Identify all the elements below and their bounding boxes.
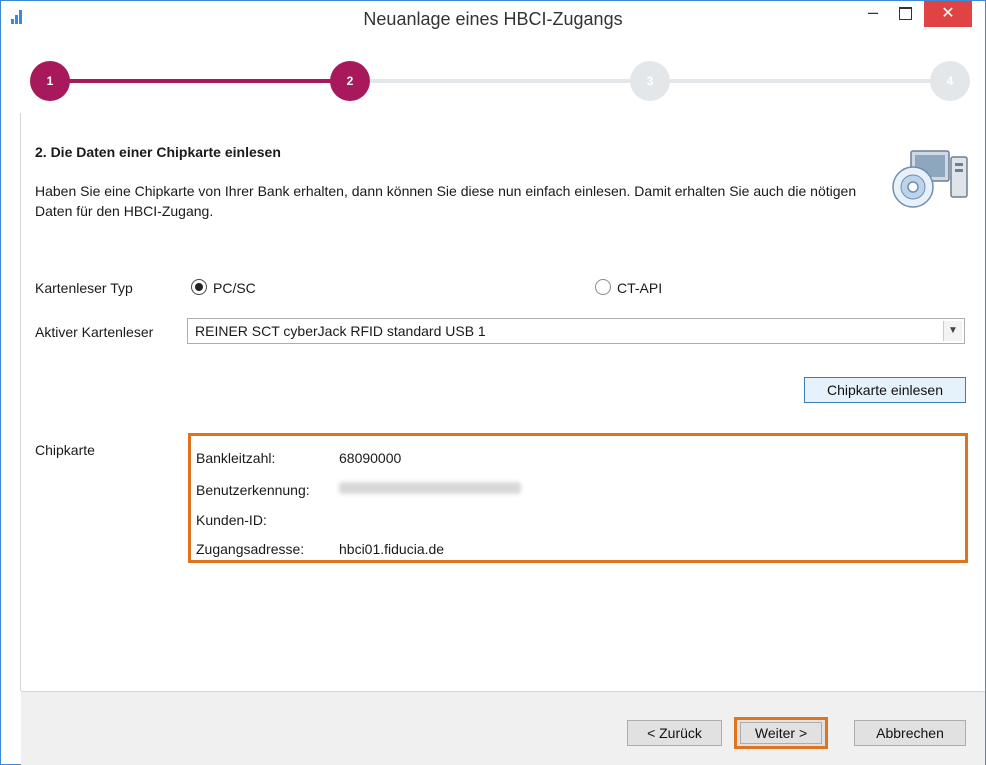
section-heading: 2. Die Daten einer Chipkarte einlesen <box>35 144 281 160</box>
footer-bar <box>21 691 985 765</box>
step-connector-3 <box>670 79 932 83</box>
radio-pcsc[interactable] <box>191 279 207 295</box>
radio-ctapi[interactable] <box>595 279 611 295</box>
step-2: 2 <box>330 61 370 101</box>
radio-pcsc-label[interactable]: PC/SC <box>213 280 256 296</box>
step-indicator: 1 2 3 4 <box>26 61 972 101</box>
maximize-icon <box>899 7 912 20</box>
active-reader-value: REINER SCT cyberJack RFID standard USB 1 <box>195 323 486 339</box>
step-4: 4 <box>930 61 970 101</box>
wizard-window: Neuanlage eines HBCI-Zugangs – ✕ 1 2 3 4… <box>0 0 986 765</box>
window-title: Neuanlage eines HBCI-Zugangs <box>363 9 623 29</box>
read-chipcard-button[interactable]: Chipkarte einlesen <box>804 377 966 403</box>
access-address-value: hbci01.fiducia.de <box>339 541 445 557</box>
next-button[interactable]: Weiter > <box>734 717 828 749</box>
bank-code-label: Bankleitzahl: <box>196 450 276 466</box>
step-connector-2 <box>370 79 636 83</box>
minimize-button[interactable]: – <box>859 1 887 27</box>
chipcard-data-panel: Bankleitzahl: 68090000 Benutzerkennung: … <box>188 433 968 563</box>
chevron-down-icon[interactable]: ▼ <box>943 321 962 341</box>
computer-disc-icon <box>892 150 968 208</box>
cancel-button[interactable]: Abbrechen <box>854 720 966 746</box>
title-bar: Neuanlage eines HBCI-Zugangs – ✕ <box>1 1 985 33</box>
active-reader-select[interactable]: REINER SCT cyberJack RFID standard USB 1… <box>187 318 965 344</box>
next-button-label: Weiter > <box>740 722 822 744</box>
user-id-value-redacted <box>339 482 521 494</box>
content-divider <box>20 113 21 691</box>
active-reader-label: Aktiver Kartenleser <box>35 324 154 340</box>
access-address-label: Zugangsadresse: <box>196 541 305 557</box>
radio-ctapi-label[interactable]: CT-API <box>617 280 662 296</box>
back-button[interactable]: < Zurück <box>627 720 722 746</box>
step-connector-1 <box>64 79 332 83</box>
section-description: Haben Sie eine Chipkarte von Ihrer Bank … <box>35 183 857 219</box>
step-1: 1 <box>30 61 70 101</box>
bank-code-value: 68090000 <box>339 450 402 466</box>
reader-type-label: Kartenleser Typ <box>35 280 133 296</box>
chipcard-label: Chipkarte <box>35 442 95 458</box>
user-id-label: Benutzerkennung: <box>196 482 310 498</box>
step-3: 3 <box>630 61 670 101</box>
close-button[interactable]: ✕ <box>924 1 972 27</box>
customer-id-label: Kunden-ID: <box>196 512 267 528</box>
maximize-button[interactable] <box>891 1 919 27</box>
